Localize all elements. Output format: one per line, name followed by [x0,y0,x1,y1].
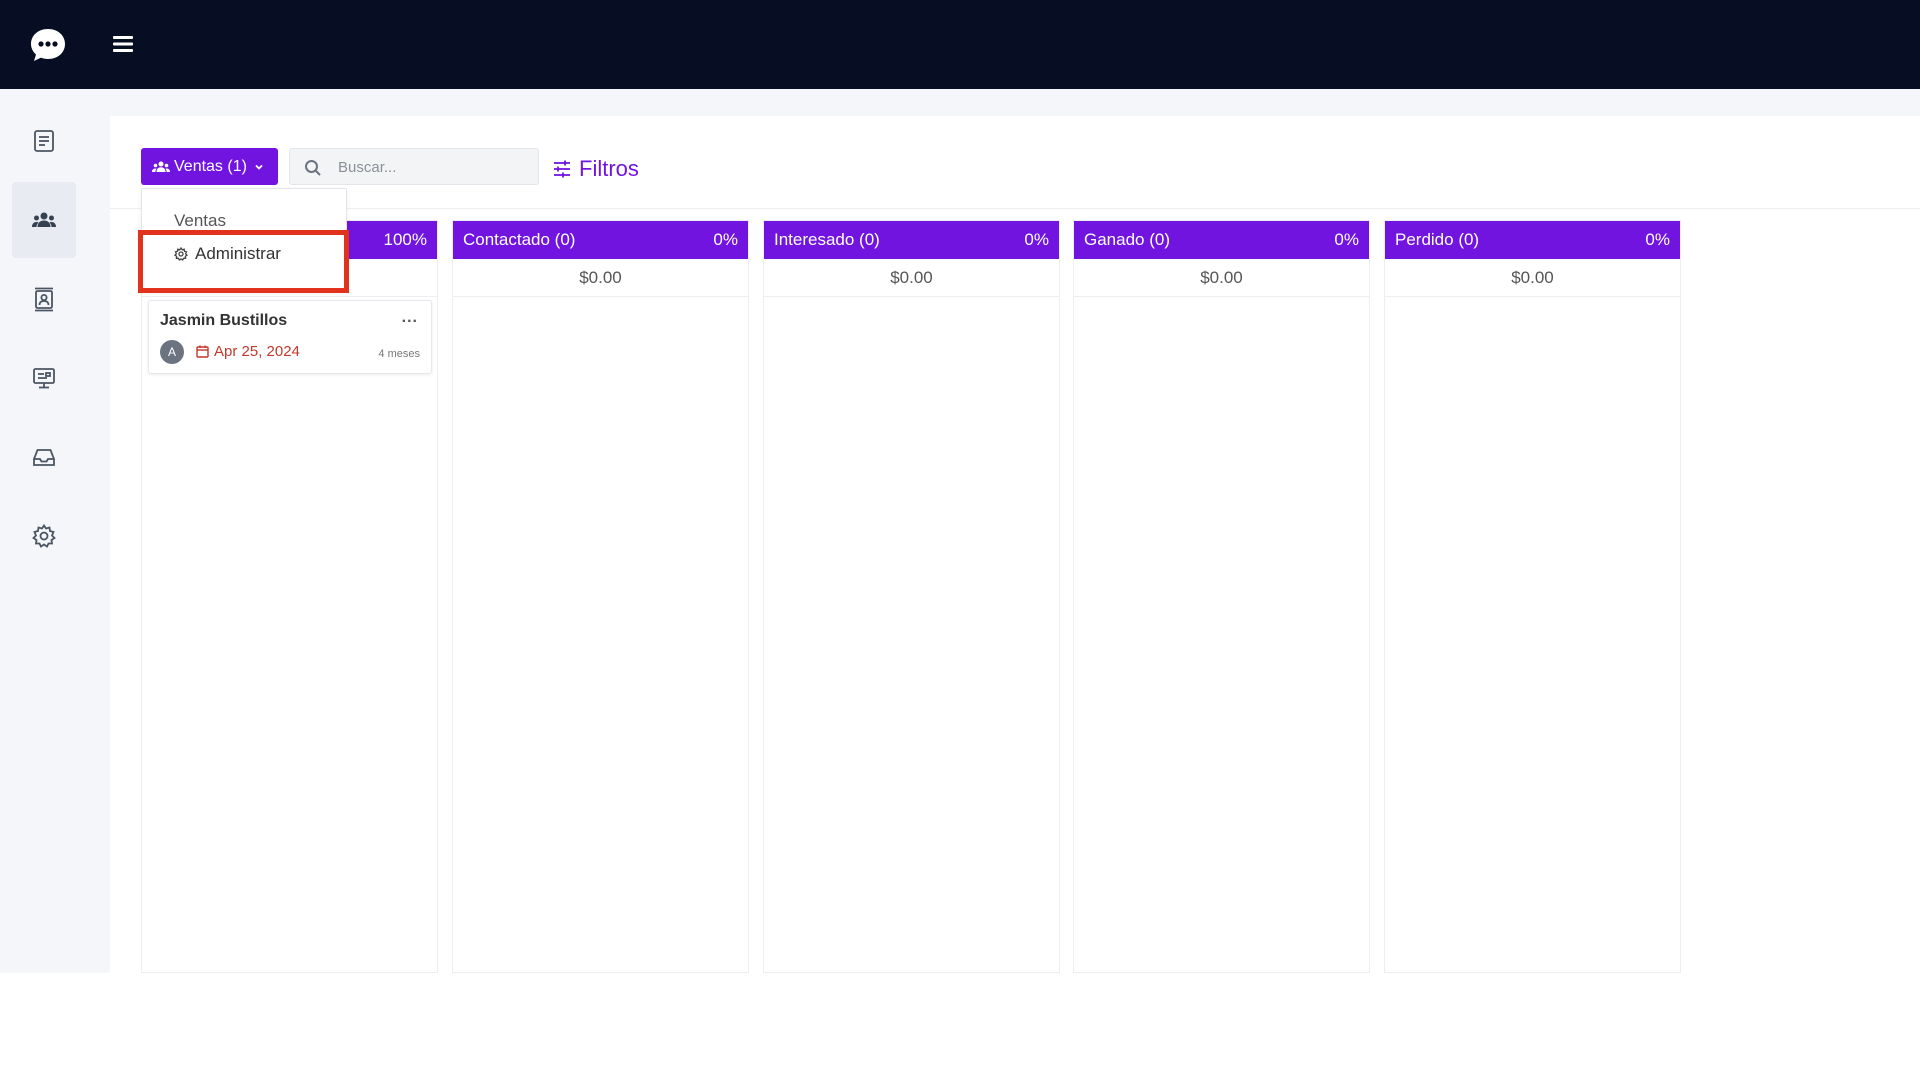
avatar: A [160,340,184,364]
column-amount: $0.00 [1385,259,1680,297]
column-percent: 0% [1334,230,1359,249]
calendar-icon [196,345,209,358]
deal-date: Apr 25, 2024 [196,343,300,360]
pipeline-select-button[interactable]: Ventas (1) [141,148,278,185]
highlight-box [138,230,349,293]
column-title: Contactado (0) [463,230,576,249]
sidebar-item-monitor[interactable] [12,340,76,416]
kanban-column: Interesado (0) 0% $0.00 [763,220,1060,973]
column-title: Ganado (0) [1084,230,1170,249]
deal-date-text: Apr 25, 2024 [214,343,300,360]
chevron-down-icon [255,164,263,170]
column-percent: 0% [1024,230,1049,249]
hamburger-icon[interactable] [112,33,134,55]
gear-icon [32,523,56,548]
column-header[interactable]: Contactado (0) 0% [453,221,748,259]
dropdown-item-ventas[interactable]: Ventas [174,211,226,231]
inbox-icon [33,449,55,466]
column-header[interactable]: Interesado (0) 0% [764,221,1059,259]
search-box [289,148,539,185]
contact-card-icon [35,287,53,312]
filters-button[interactable]: Filtros [552,155,639,183]
sidebar-item-inbox[interactable] [12,419,76,495]
column-title: Interesado (0) [774,230,880,249]
kanban-column: Contactado (0) 0% $0.00 [452,220,749,973]
kanban-column: Perdido (0) 0% $0.00 [1384,220,1681,973]
sidebar-item-list[interactable] [12,103,76,179]
card-more-button[interactable]: ... [402,309,418,327]
sidebar-item-users[interactable] [12,182,76,258]
chat-bubble-logo-icon[interactable] [28,26,68,66]
column-percent: 0% [1645,230,1670,249]
pipeline-select-label: Ventas (1) [174,157,247,175]
list-icon [34,130,54,152]
search-input[interactable] [338,157,528,177]
kanban-column: Ganado (0) 0% $0.00 [1073,220,1370,973]
deal-age: 4 meses [378,348,420,360]
column-title: Perdido (0) [1395,230,1480,249]
sidebar-item-settings[interactable] [12,498,76,574]
sidebar [0,89,89,973]
search-icon [305,160,321,176]
column-header[interactable]: Perdido (0) 0% [1385,221,1680,259]
toolbar-divider [110,208,1920,209]
sidebar-item-contacts[interactable] [12,261,76,337]
deal-card[interactable]: Jasmin Bustillos ... A Apr 25, 2024 4 me… [148,300,432,374]
column-amount: $0.00 [1074,259,1369,297]
column-amount: $0.00 [764,259,1059,297]
filters-label: Filtros [579,156,639,181]
monitor-icon [33,368,55,389]
top-bar [0,0,1920,89]
users-icon [32,212,56,227]
users-icon [152,161,170,172]
column-percent: 100% [383,230,427,249]
column-percent: 0% [713,230,738,249]
sliders-icon [554,160,570,178]
column-header[interactable]: Ganado (0) 0% [1074,221,1369,259]
deal-contact-name: Jasmin Bustillos [160,312,288,329]
column-amount: $0.00 [453,259,748,297]
